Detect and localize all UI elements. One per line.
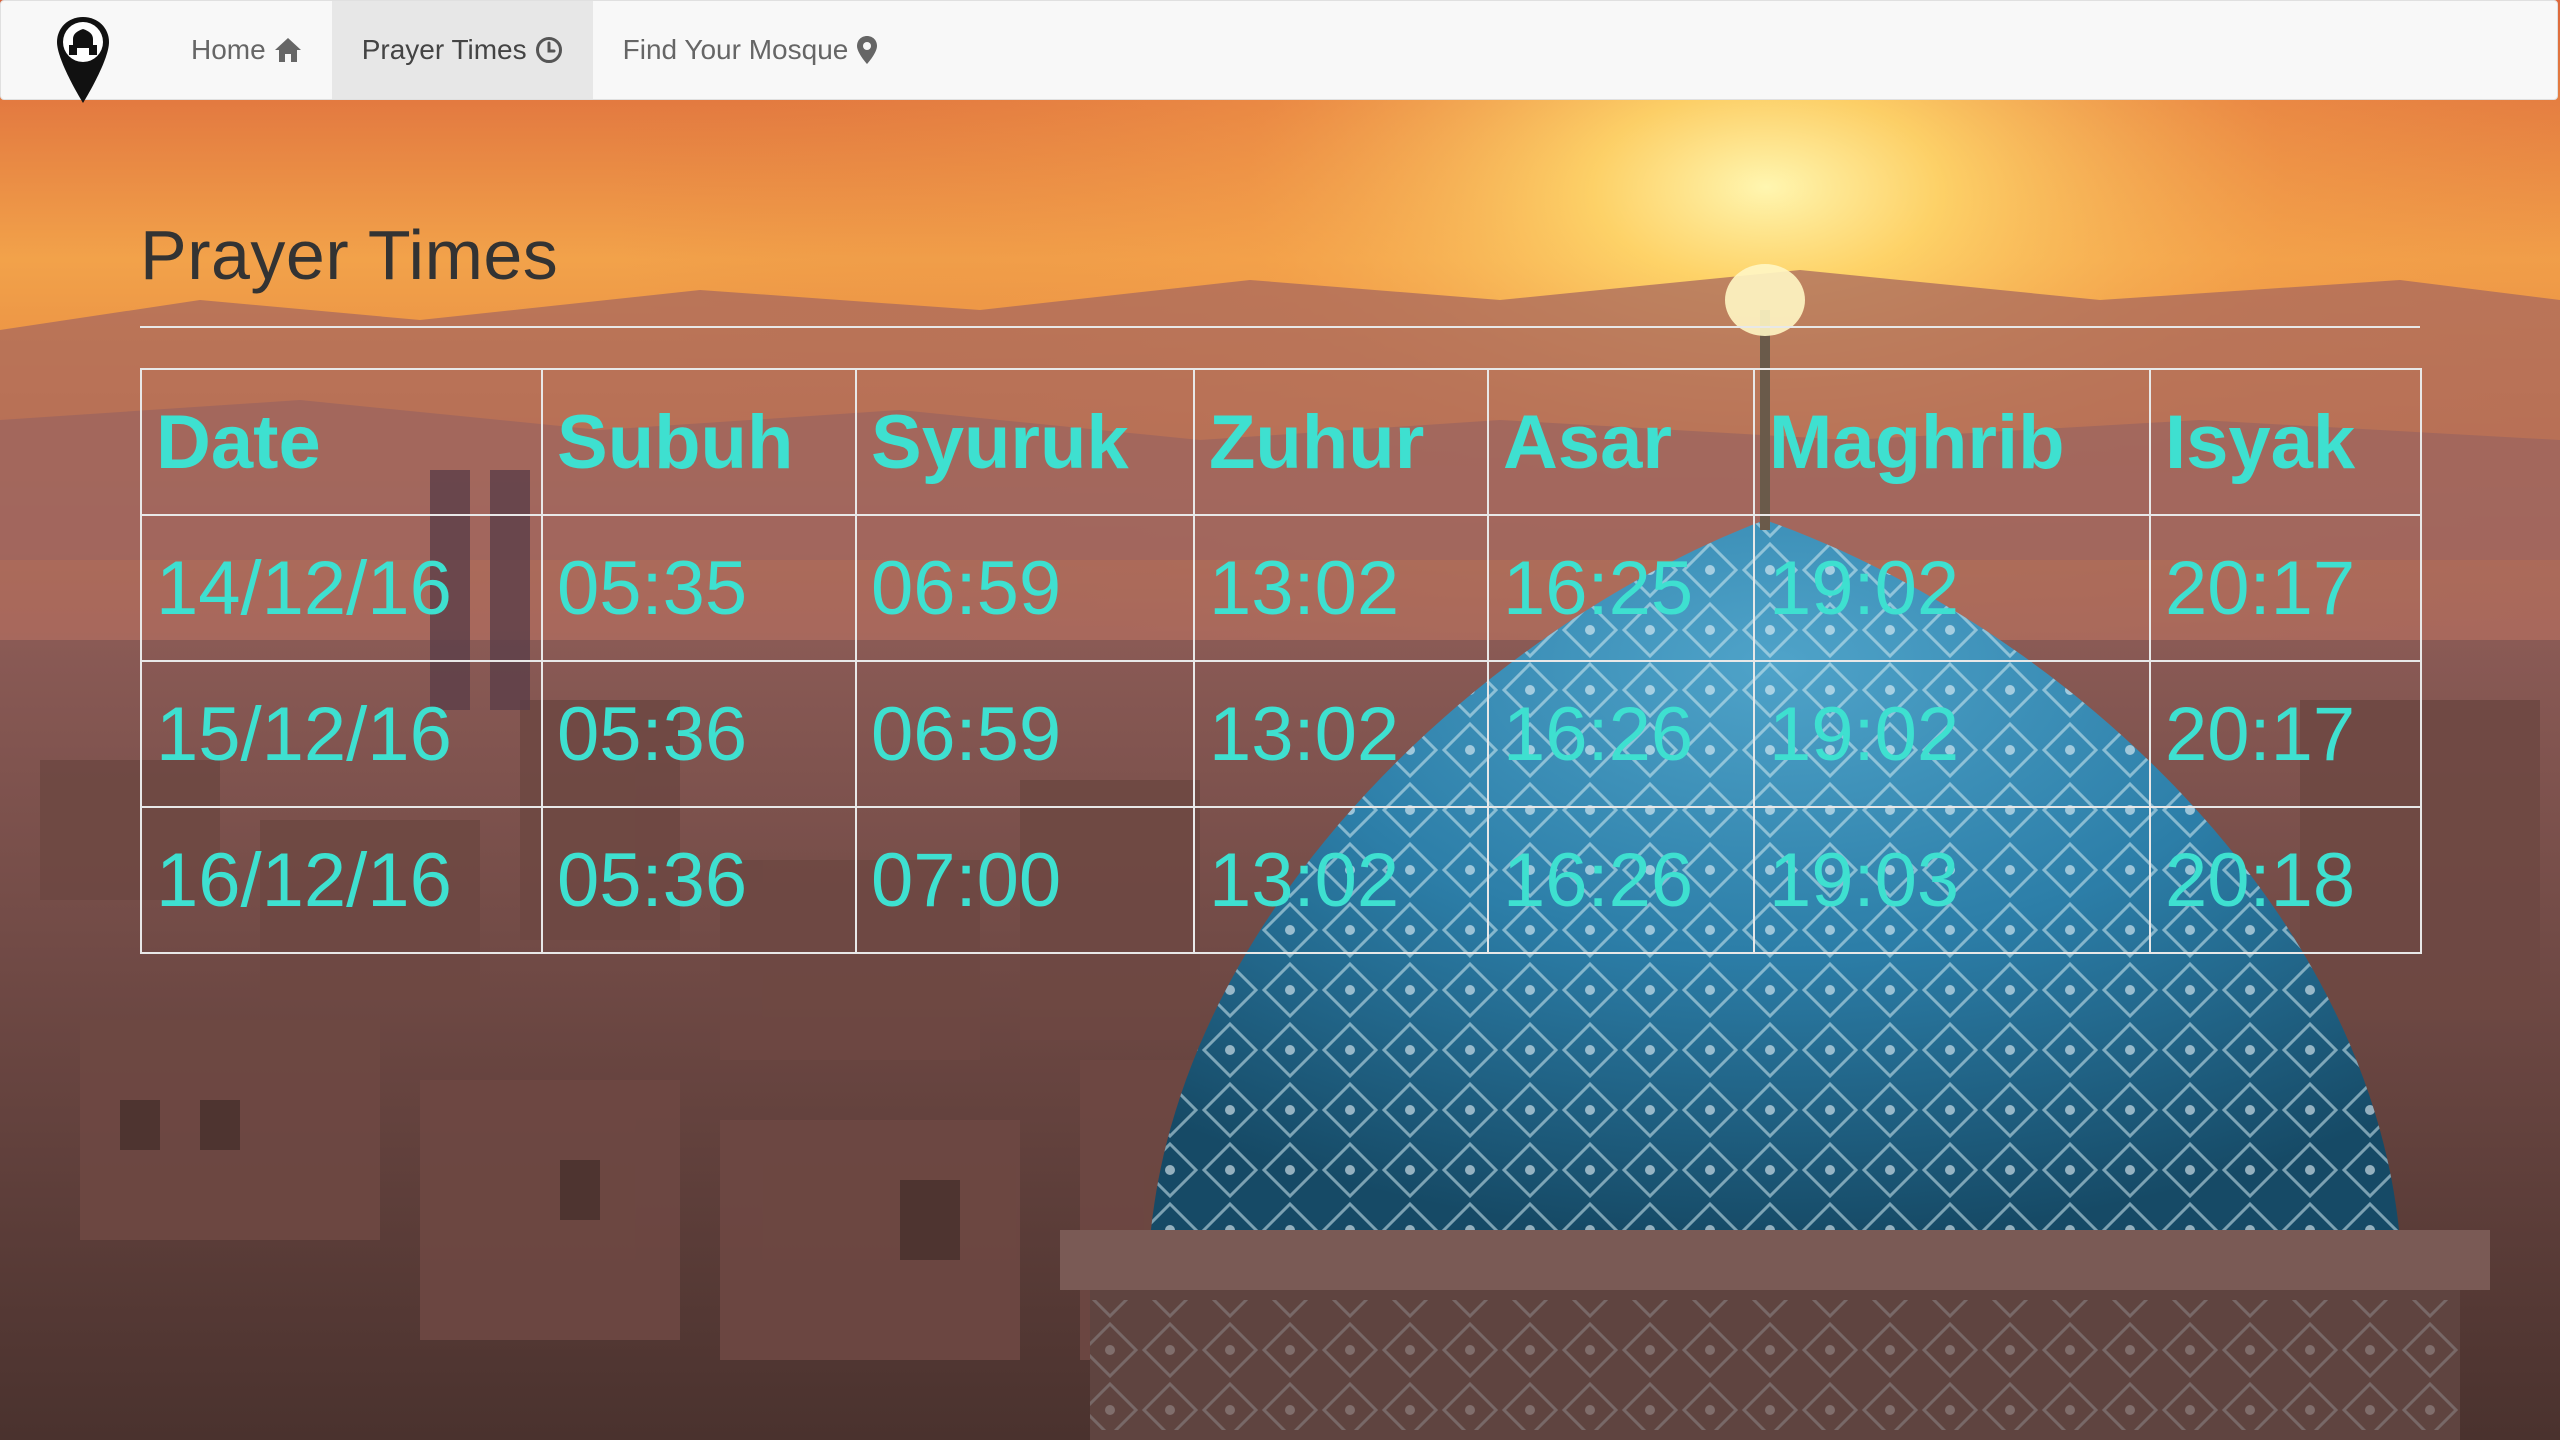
table-header-row: Date Subuh Syuruk Zuhur Asar Maghrib Isy… bbox=[140, 368, 2422, 516]
cell-syuruk: 06:59 bbox=[855, 660, 1195, 808]
cell-maghrib: 19:02 bbox=[1753, 660, 2151, 808]
cell-date: 16/12/16 bbox=[140, 806, 543, 954]
column-header-maghrib: Maghrib bbox=[1753, 368, 2151, 516]
cell-date: 15/12/16 bbox=[140, 660, 543, 808]
cell-asar: 16:26 bbox=[1487, 660, 1755, 808]
column-header-zuhur: Zuhur bbox=[1193, 368, 1489, 516]
column-header-syuruk: Syuruk bbox=[855, 368, 1195, 516]
cell-zuhur: 13:02 bbox=[1193, 514, 1489, 662]
cell-isyak: 20:18 bbox=[2149, 806, 2422, 954]
prayer-times-table: Date Subuh Syuruk Zuhur Asar Maghrib Isy… bbox=[140, 368, 2422, 954]
column-header-asar: Asar bbox=[1487, 368, 1755, 516]
nav-home-label: Home bbox=[191, 34, 266, 65]
table-row: 14/12/16 05:35 06:59 13:02 16:25 19:02 2… bbox=[140, 514, 2422, 662]
cell-syuruk: 07:00 bbox=[855, 806, 1195, 954]
cell-asar: 16:26 bbox=[1487, 806, 1755, 954]
table-row: 15/12/16 05:36 06:59 13:02 16:26 19:02 2… bbox=[140, 660, 2422, 808]
cell-zuhur: 13:02 bbox=[1193, 660, 1489, 808]
cell-date: 14/12/16 bbox=[140, 514, 543, 662]
title-divider bbox=[140, 326, 2420, 328]
cell-isyak: 20:17 bbox=[2149, 514, 2422, 662]
cell-subuh: 05:36 bbox=[541, 806, 857, 954]
cell-subuh: 05:36 bbox=[541, 660, 857, 808]
clock-icon bbox=[535, 37, 562, 63]
nav-prayer-times-label: Prayer Times bbox=[361, 34, 527, 65]
column-header-date: Date bbox=[140, 368, 543, 516]
cell-zuhur: 13:02 bbox=[1193, 806, 1489, 954]
cell-maghrib: 19:03 bbox=[1753, 806, 2151, 954]
map-marker-icon bbox=[857, 36, 878, 64]
table-row: 16/12/16 05:36 07:00 13:02 16:26 19:03 2… bbox=[140, 806, 2422, 954]
nav-find-mosque-label: Find Your Mosque bbox=[622, 34, 849, 65]
cell-maghrib: 19:02 bbox=[1753, 514, 2151, 662]
cell-syuruk: 06:59 bbox=[855, 514, 1195, 662]
top-navbar: Home Prayer Times Find Your Mosque bbox=[0, 0, 2558, 103]
cell-subuh: 05:35 bbox=[541, 514, 857, 662]
mosque-pin-icon bbox=[56, 17, 109, 103]
page: Home Prayer Times Find Your Mosque Praye… bbox=[0, 0, 2560, 1440]
main-content: Prayer Times Date Subuh Syuruk Zuhur Asa… bbox=[140, 100, 2422, 954]
cell-isyak: 20:17 bbox=[2149, 660, 2422, 808]
column-header-subuh: Subuh bbox=[541, 368, 857, 516]
brand-logo[interactable] bbox=[1, 1, 161, 103]
page-title: Prayer Times bbox=[140, 216, 559, 294]
nav-prayer-times[interactable]: Prayer Times bbox=[331, 1, 593, 99]
home-icon bbox=[274, 38, 301, 62]
nav-home[interactable]: Home bbox=[161, 1, 332, 99]
cell-asar: 16:25 bbox=[1487, 514, 1755, 662]
nav-find-mosque[interactable]: Find Your Mosque bbox=[593, 1, 909, 99]
column-header-isyak: Isyak bbox=[2149, 368, 2422, 516]
